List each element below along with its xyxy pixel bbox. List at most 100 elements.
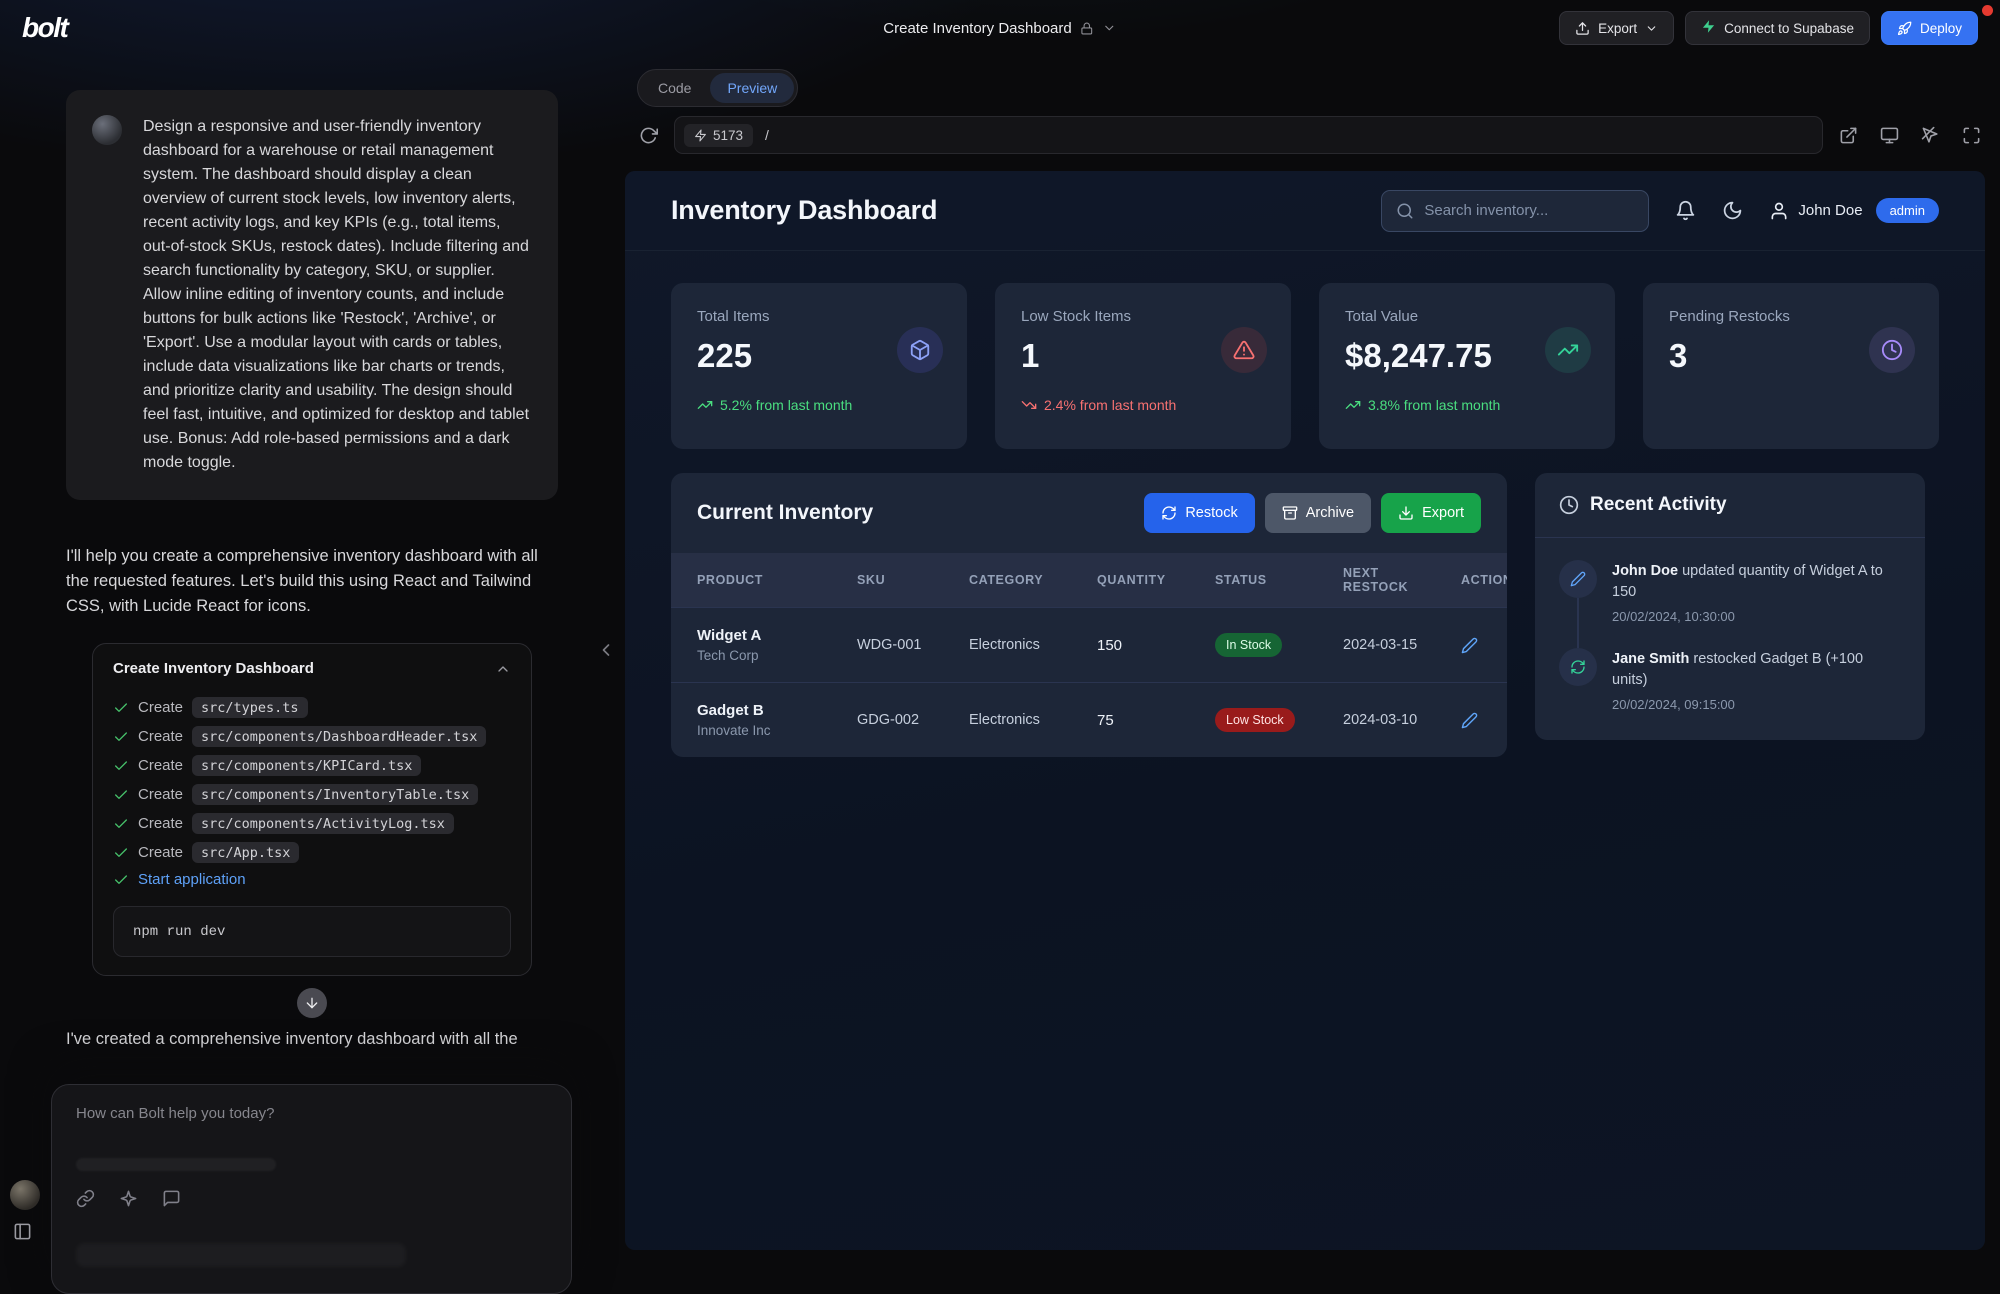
- chat-mode-icon[interactable]: [162, 1189, 181, 1208]
- refresh-icon[interactable]: [639, 126, 658, 145]
- connect-supabase-button[interactable]: Connect to Supabase: [1685, 11, 1870, 45]
- status-badge: In Stock: [1215, 633, 1282, 657]
- tab-code[interactable]: Code: [641, 73, 708, 103]
- inventory-table-card: Current Inventory Restock Archive Exp: [671, 473, 1507, 757]
- file-chip[interactable]: src/components/InventoryTable.tsx: [192, 784, 478, 805]
- upload-icon: [1575, 21, 1590, 36]
- plan-step: Create src/App.tsx: [113, 838, 511, 867]
- search-input[interactable]: [1424, 202, 1634, 219]
- assistant-outro-text: I've created a comprehensive inventory d…: [66, 1030, 556, 1049]
- file-chip[interactable]: src/components/KPICard.tsx: [192, 755, 421, 776]
- check-icon: [113, 872, 129, 888]
- tab-preview[interactable]: Preview: [710, 73, 794, 103]
- device-preview-icon[interactable]: [1880, 126, 1899, 145]
- check-icon: [113, 845, 129, 861]
- restock-button[interactable]: Restock: [1144, 493, 1254, 533]
- edit-row-icon[interactable]: [1461, 637, 1503, 654]
- recent-activity-card: Recent Activity John Doe updated quantit…: [1535, 473, 1925, 740]
- activity-item: John Doe updated quantity of Widget A to…: [1559, 560, 1901, 624]
- link-icon[interactable]: [76, 1189, 95, 1208]
- user-message-card: Design a responsive and user-friendly in…: [66, 90, 558, 500]
- table-header-row: Product SKU Category Quantity Status Nex…: [671, 553, 1507, 608]
- kpi-card-pending-restocks: Pending Restocks 3: [1643, 283, 1939, 449]
- fullscreen-icon[interactable]: [1962, 126, 1981, 145]
- edit-icon: [1559, 560, 1597, 598]
- alert-triangle-icon: [1221, 327, 1267, 373]
- kpi-row: Total Items 225 5.2% from last month Low…: [671, 283, 1939, 449]
- restock-icon: [1559, 648, 1597, 686]
- topbar-actions: Export Connect to Supabase Deploy: [1559, 11, 1978, 45]
- chevron-down-icon[interactable]: [1103, 21, 1117, 35]
- start-application-link[interactable]: Start application: [138, 871, 246, 888]
- zap-icon: [694, 129, 707, 142]
- chat-input-card: [51, 1084, 572, 1294]
- status-badge: Low Stock: [1215, 708, 1295, 732]
- terminal-command: npm run dev: [133, 924, 225, 940]
- supabase-bolt-icon: [1701, 19, 1716, 37]
- check-icon: [113, 816, 129, 832]
- plan-step: Create src/components/DashboardHeader.ts…: [113, 722, 511, 751]
- inventory-title: Current Inventory: [697, 501, 873, 525]
- table-row: Gadget B Innovate Inc GDG-002 Electronic…: [671, 683, 1507, 758]
- sidebar-toggle-icon[interactable]: [13, 1222, 32, 1241]
- top-bar: bolt Create Inventory Dashboard Export C…: [0, 0, 2000, 56]
- sparkles-icon[interactable]: [119, 1189, 138, 1208]
- file-chip[interactable]: src/App.tsx: [192, 842, 299, 863]
- export-inventory-button[interactable]: Export: [1381, 493, 1481, 533]
- plan-step-start-application: Start application: [113, 867, 511, 892]
- activity-title: Recent Activity: [1590, 494, 1727, 516]
- clock-icon: [1869, 327, 1915, 373]
- project-title-menu[interactable]: Create Inventory Dashboard: [883, 20, 1116, 37]
- plan-step: Create src/components/InventoryTable.tsx: [113, 780, 511, 809]
- rocket-icon: [1897, 21, 1912, 36]
- refresh-icon: [1161, 505, 1177, 521]
- clock-icon: [1559, 495, 1579, 515]
- file-chip[interactable]: src/types.ts: [192, 697, 308, 718]
- user-prompt-text: Design a responsive and user-friendly in…: [143, 115, 532, 475]
- bolt-logo[interactable]: bolt: [22, 12, 67, 44]
- chat-panel: Design a responsive and user-friendly in…: [0, 56, 622, 1250]
- chevron-down-icon: [1645, 22, 1658, 35]
- app-title: Inventory Dashboard: [671, 195, 937, 226]
- collapse-chat-handle[interactable]: [596, 640, 616, 660]
- address-bar[interactable]: 5173 /: [674, 116, 1823, 154]
- search-icon: [1396, 202, 1414, 220]
- deploy-button[interactable]: Deploy: [1881, 11, 1978, 45]
- file-chip[interactable]: src/components/DashboardHeader.tsx: [192, 726, 486, 747]
- activity-item: Jane Smith restocked Gadget B (+100 unit…: [1559, 648, 1901, 712]
- port-chip[interactable]: 5173: [684, 124, 753, 147]
- dark-mode-toggle-icon[interactable]: [1722, 200, 1743, 221]
- trending-up-icon: [1545, 327, 1591, 373]
- user-avatar: [92, 115, 122, 145]
- bell-icon[interactable]: [1675, 200, 1696, 221]
- check-icon: [113, 700, 129, 716]
- inspector-off-icon[interactable]: [1921, 126, 1940, 145]
- role-badge: admin: [1876, 198, 1939, 223]
- kpi-card-total-items: Total Items 225 5.2% from last month: [671, 283, 967, 449]
- chevron-up-icon: [495, 661, 511, 677]
- editor-tabs: Code Preview: [637, 69, 798, 107]
- check-icon: [113, 787, 129, 803]
- trending-up-icon: [1345, 397, 1361, 413]
- inventory-search[interactable]: [1381, 190, 1649, 232]
- scroll-to-bottom-button[interactable]: [297, 988, 327, 1018]
- edit-row-icon[interactable]: [1461, 712, 1503, 729]
- user-menu[interactable]: John Doe: [1769, 201, 1862, 221]
- chat-input[interactable]: [76, 1105, 547, 1149]
- file-chip[interactable]: src/components/ActivityLog.tsx: [192, 813, 454, 834]
- plan-step: Create src/components/KPICard.tsx: [113, 751, 511, 780]
- preview-browser-bar: 5173 /: [639, 116, 1981, 154]
- terminal-command-block: npm run dev: [113, 906, 511, 957]
- open-external-icon[interactable]: [1839, 126, 1858, 145]
- blurred-footer-row: [76, 1243, 406, 1267]
- kpi-card-total-value: Total Value $8,247.75 3.8% from last mon…: [1319, 283, 1615, 449]
- preview-actions: [1839, 126, 1981, 145]
- collapse-plan-button[interactable]: [495, 661, 511, 677]
- archive-button[interactable]: Archive: [1265, 493, 1371, 533]
- check-icon: [113, 758, 129, 774]
- plan-step-list: Create src/types.ts Create src/component…: [93, 693, 531, 898]
- trending-up-icon: [697, 397, 713, 413]
- export-button[interactable]: Export: [1559, 11, 1674, 45]
- kpi-card-low-stock: Low Stock Items 1 2.4% from last month: [995, 283, 1291, 449]
- profile-avatar[interactable]: [10, 1180, 40, 1210]
